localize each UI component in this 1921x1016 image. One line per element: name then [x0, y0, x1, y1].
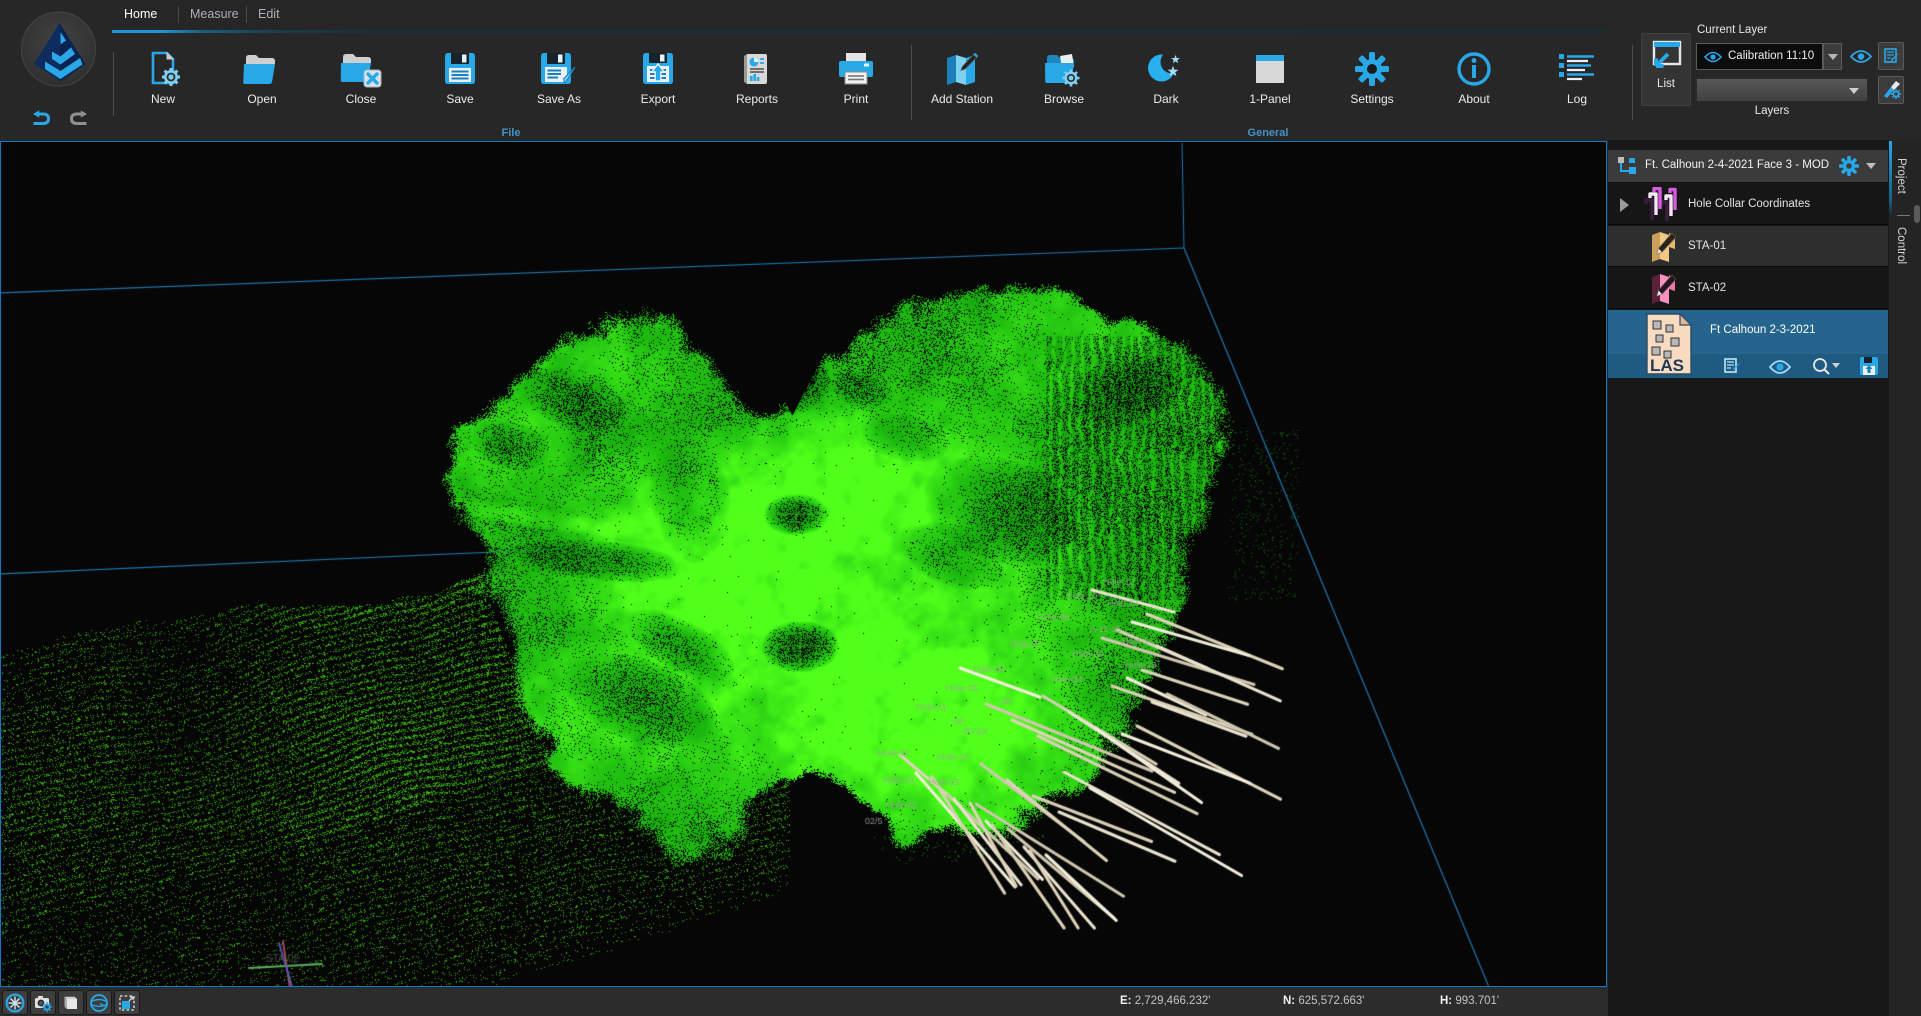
svg-text:LAS: LAS: [1650, 356, 1684, 375]
